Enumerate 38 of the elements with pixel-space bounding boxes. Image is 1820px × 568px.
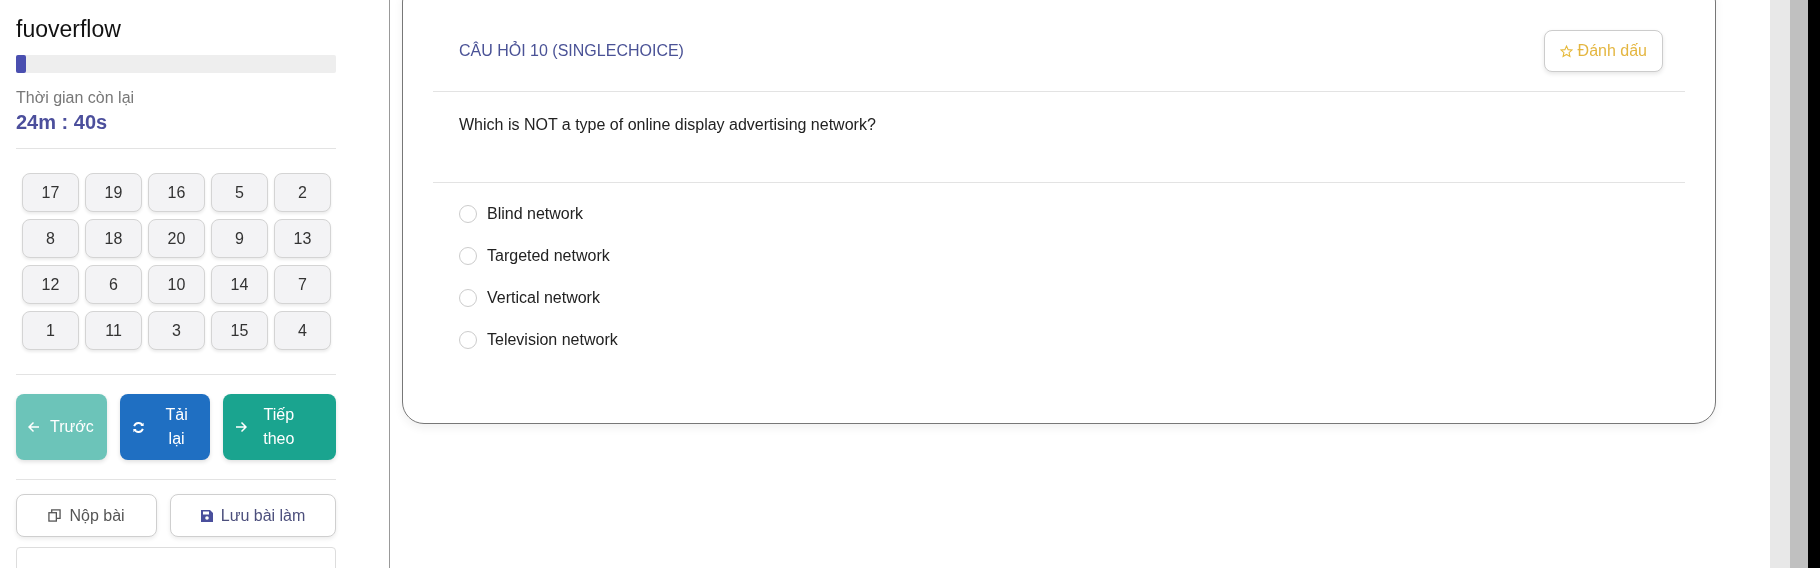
refresh-icon (132, 420, 146, 434)
question-number-button[interactable]: 20 (148, 219, 205, 258)
copy-icon (48, 509, 62, 522)
question-number-button[interactable]: 10 (148, 265, 205, 304)
question-number-button[interactable]: 8 (22, 219, 79, 258)
question-text: Which is NOT a type of online display advertising network? (433, 92, 1685, 183)
question-number-button[interactable]: 14 (211, 265, 268, 304)
question-number-button[interactable]: 18 (85, 219, 142, 258)
question-number-button[interactable]: 6 (85, 265, 142, 304)
question-number-button[interactable]: 15 (211, 311, 268, 350)
timer-label: Thời gian còn lại (16, 89, 136, 107)
question-number-button[interactable]: 16 (148, 173, 205, 212)
submit-button[interactable]: Nộp bài (16, 494, 158, 537)
question-number-button[interactable]: 3 (148, 311, 205, 350)
site-title: fuoverflow (16, 16, 122, 44)
question-header: CÂU HỎI 10 (SINGLECHOICE) (459, 42, 684, 60)
option-label[interactable]: Vertical network (487, 289, 600, 307)
question-number-button[interactable]: 12 (22, 265, 79, 304)
option-label[interactable]: Television network (487, 331, 618, 349)
question-number-button[interactable]: 19 (85, 173, 142, 212)
option-label[interactable]: Targeted network (487, 247, 610, 265)
question-number-button[interactable]: 4 (274, 311, 331, 350)
arrow-left-icon (28, 421, 40, 433)
scrollbar-thumb[interactable] (1790, 0, 1808, 568)
question-number-button[interactable]: 11 (85, 311, 142, 350)
question-number-button[interactable]: 13 (274, 219, 331, 258)
question-number-button[interactable]: 9 (211, 219, 268, 258)
question-number-button[interactable]: 2 (274, 173, 331, 212)
question-number-button[interactable]: 5 (211, 173, 268, 212)
question-number-button[interactable]: 7 (274, 265, 331, 304)
star-icon (1559, 44, 1573, 58)
save-button[interactable]: Lưu bài làm (170, 494, 336, 537)
question-number-button[interactable]: 1 (22, 311, 79, 350)
option-label[interactable]: Blind network (487, 205, 584, 223)
question-number-button[interactable]: 17 (22, 173, 79, 212)
timer: 24m : 40s (16, 111, 109, 134)
reload-button[interactable]: Tải lại (120, 394, 210, 460)
arrow-right-icon (234, 421, 247, 433)
